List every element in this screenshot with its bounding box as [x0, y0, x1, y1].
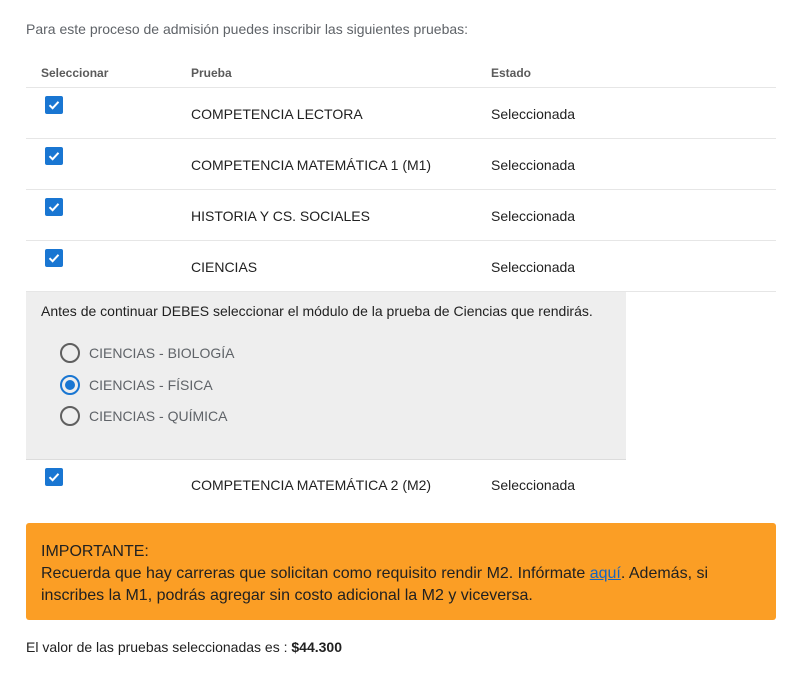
total-price: El valor de las pruebas seleccionadas es…: [26, 639, 342, 655]
important-notice: IMPORTANTE: Recuerda que hay carreras qu…: [26, 523, 776, 620]
tests-table: Seleccionar Prueba Estado COMPETENCIA LE…: [26, 58, 776, 509]
header-test: Prueba: [191, 66, 232, 80]
table-row-competencia-matematica-2: COMPETENCIA MATEMÁTICA 2 (M2) Selecciona…: [26, 459, 626, 509]
checkmark-icon: [48, 203, 60, 212]
test-status: Seleccionada: [491, 106, 576, 122]
table-header: Seleccionar Prueba Estado: [26, 58, 776, 88]
checkmark-icon: [48, 101, 60, 110]
radio-option-quimica[interactable]: CIENCIAS - QUÍMICA: [60, 406, 227, 426]
test-status: Seleccionada: [491, 157, 576, 173]
info-link[interactable]: aquí: [590, 565, 621, 582]
checkbox-competencia-matematica-2[interactable]: [45, 468, 63, 486]
header-select: Seleccionar: [41, 66, 109, 80]
checkmark-icon: [48, 473, 60, 482]
intro-text: Para este proceso de admisión puedes ins…: [26, 21, 469, 37]
radio-unchecked-icon[interactable]: [60, 343, 80, 363]
ciencias-module-panel: Antes de continuar DEBES seleccionar el …: [26, 292, 626, 459]
total-value: $44.300: [291, 639, 342, 655]
test-status: Seleccionada: [491, 477, 576, 493]
test-name: CIENCIAS: [191, 259, 258, 275]
radio-unchecked-icon[interactable]: [60, 406, 80, 426]
test-name: COMPETENCIA MATEMÁTICA 2 (M2): [191, 477, 432, 493]
radio-label: CIENCIAS - BIOLOGÍA: [89, 345, 235, 361]
header-status: Estado: [491, 66, 532, 80]
table-row-competencia-lectora: COMPETENCIA LECTORA Seleccionada: [26, 88, 776, 139]
test-status: Seleccionada: [491, 208, 576, 224]
important-title: IMPORTANTE:: [41, 543, 149, 560]
radio-option-biologia[interactable]: CIENCIAS - BIOLOGÍA: [60, 343, 234, 363]
radio-label: CIENCIAS - FÍSICA: [89, 377, 213, 393]
total-label: El valor de las pruebas seleccionadas es…: [26, 639, 292, 655]
test-name: COMPETENCIA LECTORA: [191, 106, 363, 122]
table-row-ciencias: CIENCIAS Seleccionada: [26, 241, 776, 292]
table-row-historia: HISTORIA Y CS. SOCIALES Seleccionada: [26, 190, 776, 241]
radio-label: CIENCIAS - QUÍMICA: [89, 408, 228, 424]
checkbox-competencia-lectora[interactable]: [45, 96, 63, 114]
radio-checked-icon[interactable]: [60, 375, 80, 395]
module-prompt: Antes de continuar DEBES seleccionar el …: [41, 303, 593, 319]
checkbox-competencia-matematica-1[interactable]: [45, 147, 63, 165]
radio-option-fisica[interactable]: CIENCIAS - FÍSICA: [60, 375, 213, 395]
important-text-before: Recuerda que hay carreras que solicitan …: [41, 565, 590, 582]
checkbox-ciencias[interactable]: [45, 249, 63, 267]
important-text: Recuerda que hay carreras que solicitan …: [41, 563, 761, 607]
test-name: HISTORIA Y CS. SOCIALES: [191, 208, 370, 224]
checkbox-historia[interactable]: [45, 198, 63, 216]
table-row-competencia-matematica-1: COMPETENCIA MATEMÁTICA 1 (M1) Selecciona…: [26, 139, 776, 190]
test-name: COMPETENCIA MATEMÁTICA 1 (M1): [191, 157, 432, 173]
test-status: Seleccionada: [491, 259, 576, 275]
checkmark-icon: [48, 152, 60, 161]
checkmark-icon: [48, 254, 60, 263]
